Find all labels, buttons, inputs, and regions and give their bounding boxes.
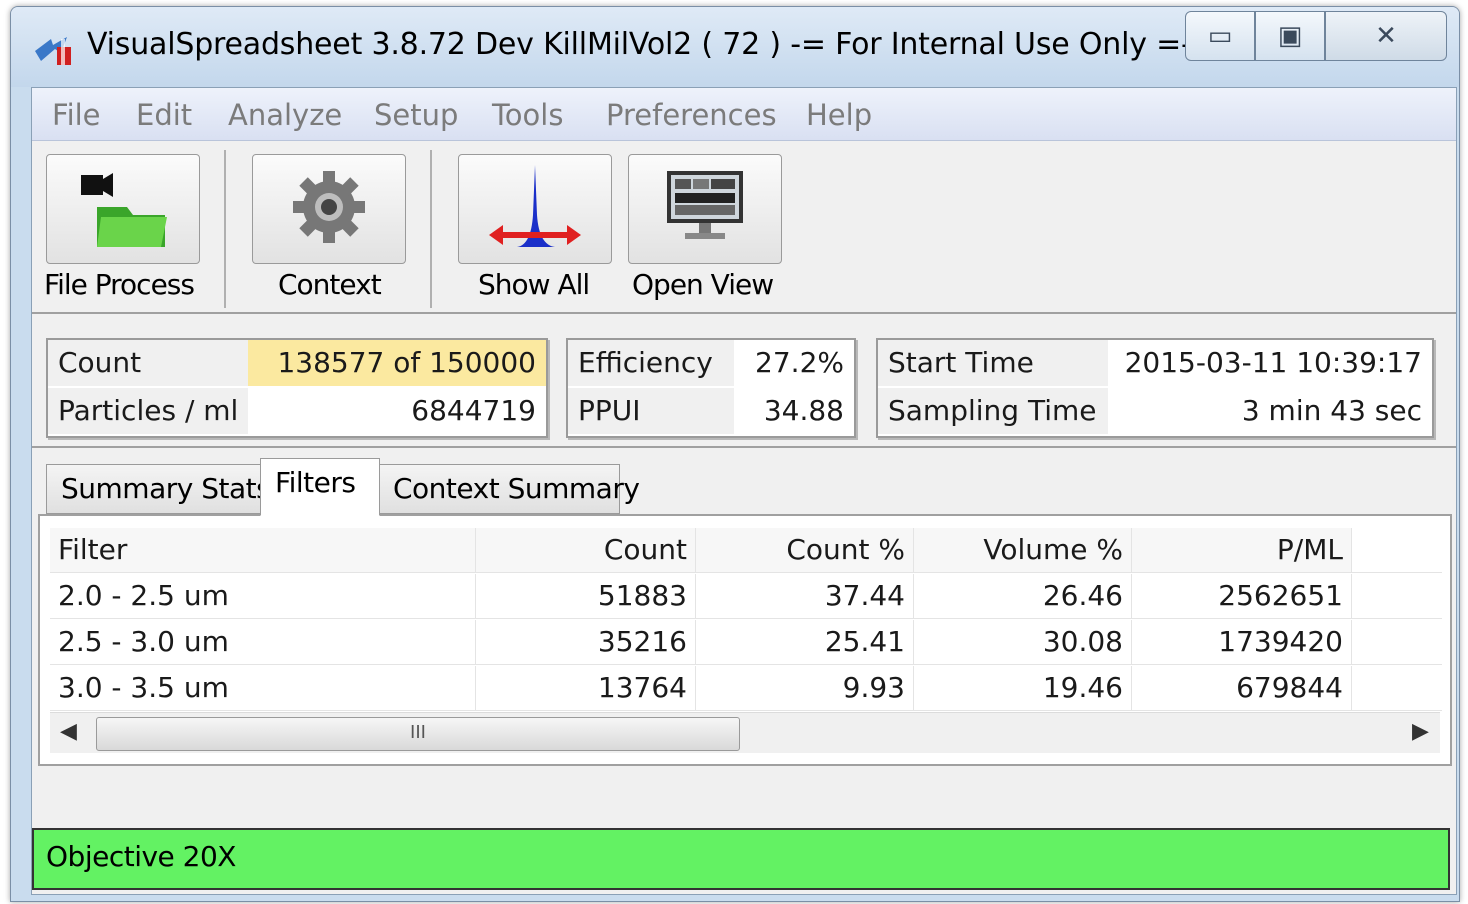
efficiency-box: Efficiency 27.2% PPUI 34.88 — [566, 338, 856, 438]
cell-count-pct: 37.44 — [696, 574, 914, 618]
menu-help[interactable]: Help — [806, 98, 872, 132]
tab-summary-stats[interactable]: Summary Stats — [46, 464, 271, 514]
title-bar[interactable]: VisualSpreadsheet 3.8.72 Dev KillMilVol2… — [11, 7, 1459, 87]
count-box: Count 138577 of 150000 Particles / ml 68… — [46, 338, 548, 438]
cell-count: 51883 — [476, 574, 696, 618]
count-value: 138577 of 150000 — [248, 340, 546, 386]
time-box: Start Time 2015-03-11 10:39:17 Sampling … — [876, 338, 1434, 438]
tab-context-summary[interactable]: Context Summary — [378, 464, 640, 514]
scroll-left-icon[interactable]: ◀ — [60, 719, 77, 744]
table-row[interactable]: 3.0 - 3.5 um 13764 9.93 19.46 679844 — [50, 666, 1442, 711]
table-row[interactable]: 2.5 - 3.0 um 35216 25.41 30.08 1739420 — [50, 620, 1442, 665]
column-header-pml[interactable]: P/ML — [1132, 528, 1352, 572]
tab-filters[interactable]: Filters — [260, 458, 380, 516]
menu-bar: File Edit Analyze Setup Tools Preference… — [32, 88, 1456, 141]
context-label: Context — [278, 268, 382, 301]
show-all-button[interactable] — [458, 154, 612, 264]
info-panel: Count 138577 of 150000 Particles / ml 68… — [32, 316, 1456, 448]
cell-filter: 3.0 - 3.5 um — [50, 666, 476, 710]
cell-volume-pct: 26.46 — [914, 574, 1132, 618]
cell-pml: 1739420 — [1132, 620, 1352, 664]
app-logo-icon — [35, 37, 71, 65]
column-header-filter[interactable]: Filter — [50, 528, 476, 572]
maximize-button[interactable]: ▣ — [1255, 11, 1325, 61]
toolbar: File Process Context Show All Open View — [32, 142, 1456, 314]
cell-pml: 679844 — [1132, 666, 1352, 710]
menu-file[interactable]: File — [52, 98, 101, 132]
cell-count: 35216 — [476, 620, 696, 664]
maximize-icon: ▣ — [1277, 21, 1303, 51]
histogram-arrows-icon — [489, 165, 581, 247]
open-view-button[interactable] — [628, 154, 782, 264]
status-text: Objective 20X — [46, 840, 236, 873]
cell-count-pct: 25.41 — [696, 620, 914, 664]
count-label: Count — [48, 340, 248, 386]
file-process-label: File Process — [44, 268, 195, 301]
scroll-thumb[interactable]: III — [96, 717, 740, 751]
ppui-value: 34.88 — [763, 394, 844, 427]
horizontal-scrollbar[interactable]: ◀ III ▶ — [50, 712, 1440, 753]
efficiency-value: 27.2% — [755, 346, 844, 379]
sampling-time-value: 3 min 43 sec — [1241, 394, 1422, 427]
cell-filter: 2.5 - 3.0 um — [50, 620, 476, 664]
show-all-label: Show All — [478, 268, 590, 301]
table-row[interactable]: 2.0 - 2.5 um 51883 37.44 26.46 2562651 — [50, 574, 1442, 619]
ppui-label: PPUI — [568, 388, 734, 434]
column-header-count[interactable]: Count — [476, 528, 696, 572]
menu-preferences[interactable]: Preferences — [606, 98, 777, 132]
gear-icon — [293, 171, 365, 243]
context-button[interactable] — [252, 154, 406, 264]
menu-setup[interactable]: Setup — [374, 98, 458, 132]
scroll-right-icon[interactable]: ▶ — [1412, 719, 1429, 744]
menu-edit[interactable]: Edit — [136, 98, 192, 132]
close-button[interactable]: ✕ — [1325, 11, 1447, 61]
cell-volume-pct: 30.08 — [914, 620, 1132, 664]
folder-camera-icon — [81, 173, 167, 247]
minimize-icon: ▭ — [1207, 21, 1233, 51]
cell-pml: 2562651 — [1132, 574, 1352, 618]
status-bar: Objective 20X — [32, 828, 1450, 890]
client-area: File Edit Analyze Setup Tools Preference… — [31, 87, 1457, 895]
cell-filter: 2.0 - 2.5 um — [50, 574, 476, 618]
particles-label: Particles / ml — [48, 388, 248, 434]
sampling-time-label: Sampling Time — [878, 388, 1108, 434]
monitor-icon — [667, 171, 743, 239]
window-title: VisualSpreadsheet 3.8.72 Dev KillMilVol2… — [87, 27, 1229, 62]
cell-count: 13764 — [476, 666, 696, 710]
file-process-button[interactable] — [46, 154, 200, 264]
start-time-value: 2015-03-11 10:39:17 — [1124, 346, 1422, 379]
cell-count-pct: 9.93 — [696, 666, 914, 710]
toolbar-separator — [224, 150, 226, 308]
menu-tools[interactable]: Tools — [492, 98, 563, 132]
toolbar-separator — [430, 150, 432, 308]
tab-strip: Summary Stats Filters Context Summary — [32, 450, 1456, 516]
start-time-label: Start Time — [878, 340, 1108, 386]
filters-panel: Filter Count Count % Volume % P/ML 2.0 -… — [38, 514, 1452, 766]
column-header-volume-pct[interactable]: Volume % — [914, 528, 1132, 572]
open-view-label: Open View — [632, 268, 774, 301]
table-header-row: Filter Count Count % Volume % P/ML — [50, 528, 1442, 573]
close-icon: ✕ — [1375, 21, 1397, 51]
cell-volume-pct: 19.46 — [914, 666, 1132, 710]
minimize-button[interactable]: ▭ — [1185, 11, 1255, 61]
column-header-count-pct[interactable]: Count % — [696, 528, 914, 572]
menu-analyze[interactable]: Analyze — [228, 98, 342, 132]
efficiency-label: Efficiency — [568, 340, 734, 386]
app-window: VisualSpreadsheet 3.8.72 Dev KillMilVol2… — [10, 6, 1460, 902]
particles-value: 6844719 — [411, 394, 536, 427]
